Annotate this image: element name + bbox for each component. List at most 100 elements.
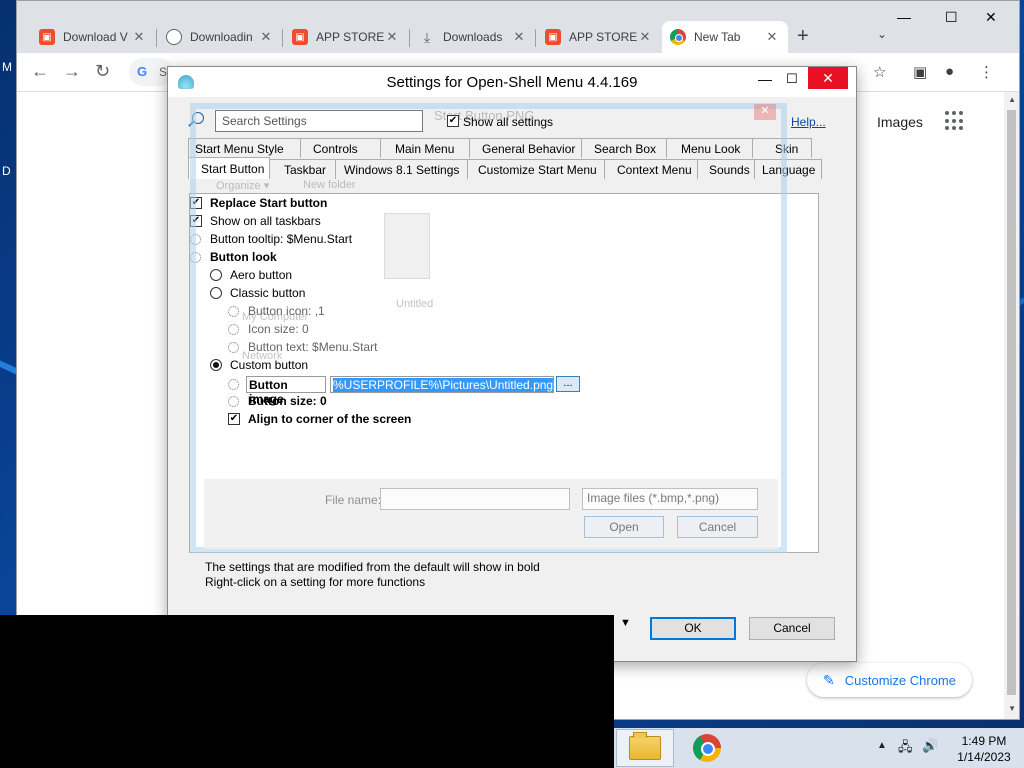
show-all-taskbars-checkbox[interactable]: ✔ <box>190 215 202 227</box>
reload-icon[interactable]: ↻ <box>95 61 110 82</box>
aero-button-label[interactable]: Aero button <box>230 268 292 282</box>
tab-windows-81-settings[interactable]: Windows 8.1 Settings <box>335 159 468 179</box>
globe-icon <box>166 29 182 45</box>
page-scrollbar[interactable]: ▲ ▼ <box>1004 92 1019 719</box>
icon-size-setting[interactable]: Icon size: 0 <box>248 322 309 336</box>
tab-language[interactable]: Language <box>754 159 822 179</box>
close-icon[interactable]: ✕ <box>131 29 147 45</box>
classic-button-label[interactable]: Classic button <box>230 286 305 300</box>
ghost-file-icon <box>384 213 430 279</box>
chrome-taskbar-button[interactable] <box>678 729 736 767</box>
tab-taskbar[interactable]: Taskbar <box>269 159 336 179</box>
taskbar: ▲ 🖧 🔊 1:49 PM 1/14/2023 <box>614 728 1024 768</box>
dialog-maximize-button[interactable]: ☐ <box>786 71 798 87</box>
dialog-close-button[interactable]: ✕ <box>808 67 848 89</box>
pencil-icon: ✎ <box>823 671 835 688</box>
button-image-path-input[interactable]: %USERPROFILE%\Pictures\Untitled.png <box>330 376 554 393</box>
button-look-setting[interactable]: Button look <box>210 250 277 264</box>
bookmark-star-icon[interactable]: ☆ <box>873 63 886 81</box>
dialog-minimize-button[interactable]: — <box>758 71 772 87</box>
google-apps-icon[interactable] <box>945 111 965 131</box>
custom-button-radio[interactable] <box>210 359 222 371</box>
replace-start-label[interactable]: Replace Start button <box>210 196 327 210</box>
ghost-untitled-label: Untitled <box>396 298 434 310</box>
help-link[interactable]: Help... <box>791 115 826 129</box>
tab-menu-look[interactable]: Menu Look <box>666 138 753 158</box>
settings-gear-icon <box>190 252 201 263</box>
tab-new-tab[interactable]: New Tab ✕ <box>662 21 788 53</box>
search-settings-input[interactable]: Search Settings <box>215 110 423 132</box>
forward-arrow-icon[interactable]: → <box>63 61 81 82</box>
tab-start-button[interactable]: Start Button <box>188 157 270 179</box>
cancel-button[interactable]: Cancel <box>749 617 835 640</box>
tab-customize-start-menu[interactable]: Customize Start Menu <box>467 159 605 179</box>
scroll-up-icon[interactable]: ▲ <box>1008 95 1016 104</box>
tab-title: APP STORE <box>316 30 384 44</box>
close-icon[interactable]: ✕ <box>637 29 653 45</box>
tab-downloads[interactable]: ⤓ Downloads ✕ <box>411 21 535 53</box>
file-explorer-taskbar-button[interactable] <box>616 729 674 767</box>
maximize-window-button[interactable]: ☐ <box>945 9 958 26</box>
ghost-open-button: Open <box>584 516 664 538</box>
show-all-taskbars-label[interactable]: Show on all taskbars <box>210 214 321 228</box>
tab-sounds[interactable]: Sounds <box>697 159 755 179</box>
profile-avatar-icon[interactable]: ● <box>945 63 954 80</box>
dialog-title: Settings for Open-Shell Menu 4.4.169 <box>386 74 638 91</box>
ghost-network: Network <box>242 350 283 362</box>
dropdown-arrow-icon[interactable]: ▼ <box>620 617 631 629</box>
close-icon[interactable]: ✕ <box>258 29 274 45</box>
customize-chrome-label: Customize Chrome <box>844 672 956 688</box>
tab-skin[interactable]: Skin <box>752 138 812 158</box>
tab-app-store[interactable]: ▣ APP STORE ✕ <box>284 21 408 53</box>
show-all-settings-checkbox[interactable]: ✔ <box>447 115 459 127</box>
tab-controls[interactable]: Controls <box>300 138 381 158</box>
new-tab-button[interactable]: + <box>797 25 809 48</box>
right-click-note: Right-click on a setting for more functi… <box>205 575 426 589</box>
tab-search-box[interactable]: Search Box <box>581 138 667 158</box>
menu-kebab-icon[interactable]: ⋮ <box>979 63 994 81</box>
close-icon[interactable]: ✕ <box>764 29 780 45</box>
tab-download[interactable]: ▣ Download V ✕ <box>31 21 155 53</box>
side-panel-icon[interactable]: ▣ <box>913 63 927 81</box>
tab-app-store-2[interactable]: ▣ APP STORE ✕ <box>537 21 661 53</box>
clock-date: 1/14/2023 <box>957 750 1011 764</box>
ghost-organize: Organize ▾ <box>216 180 270 192</box>
volume-icon[interactable]: 🔊 <box>922 738 938 754</box>
browse-button[interactable]: ... <box>556 376 580 392</box>
align-corner-checkbox[interactable]: ✔ <box>228 413 240 425</box>
chrome-icon <box>670 29 686 45</box>
tab-start-menu-style[interactable]: Start Menu Style <box>188 138 301 158</box>
tab-main-menu[interactable]: Main Menu <box>380 138 470 158</box>
button-tooltip-setting[interactable]: Button tooltip: $Menu.Start <box>210 232 352 246</box>
ghost-my-computer: My Computer <box>242 311 309 323</box>
tab-search-chevron-icon[interactable]: ⌄ <box>877 27 887 41</box>
tab-context-menu[interactable]: Context Menu <box>604 159 698 179</box>
button-size-setting[interactable]: Button size: 0 <box>248 394 327 408</box>
ghost-file-type-select: Image files (*.bmp,*.png) <box>582 488 758 510</box>
minimize-window-button[interactable]: — <box>897 9 911 25</box>
scroll-down-icon[interactable]: ▼ <box>1008 704 1016 713</box>
tab-downloading[interactable]: Downloadin ✕ <box>158 21 282 53</box>
close-window-button[interactable]: ✕ <box>985 9 997 26</box>
scroll-thumb[interactable] <box>1007 110 1016 695</box>
align-corner-label[interactable]: Align to corner of the screen <box>248 412 411 426</box>
ok-button[interactable]: OK <box>650 617 736 640</box>
tab-row-2: Start Button Taskbar Windows 8.1 Setting… <box>188 157 822 179</box>
tab-general-behavior[interactable]: General Behavior <box>469 138 582 158</box>
classic-button-radio[interactable] <box>210 287 222 299</box>
network-icon[interactable]: 🖧 <box>898 738 913 760</box>
replace-start-checkbox[interactable]: ✔ <box>190 197 202 209</box>
address-text: S <box>159 65 168 79</box>
customize-chrome-button[interactable]: ✎ Customize Chrome <box>807 663 972 697</box>
taskbar-clock[interactable]: 1:49 PM 1/14/2023 <box>954 733 1014 765</box>
close-icon[interactable]: ✕ <box>384 29 400 45</box>
shop-icon: ▣ <box>39 29 55 45</box>
aero-button-radio[interactable] <box>210 269 222 281</box>
images-link[interactable]: Images <box>877 114 923 130</box>
close-icon[interactable]: ✕ <box>511 29 527 45</box>
settings-gear-icon <box>228 396 239 407</box>
show-hidden-icons-icon[interactable]: ▲ <box>877 740 887 751</box>
back-arrow-icon[interactable]: ← <box>31 61 49 82</box>
ghost-file-name-label: File name: <box>325 493 382 507</box>
occluded-region <box>0 615 614 768</box>
